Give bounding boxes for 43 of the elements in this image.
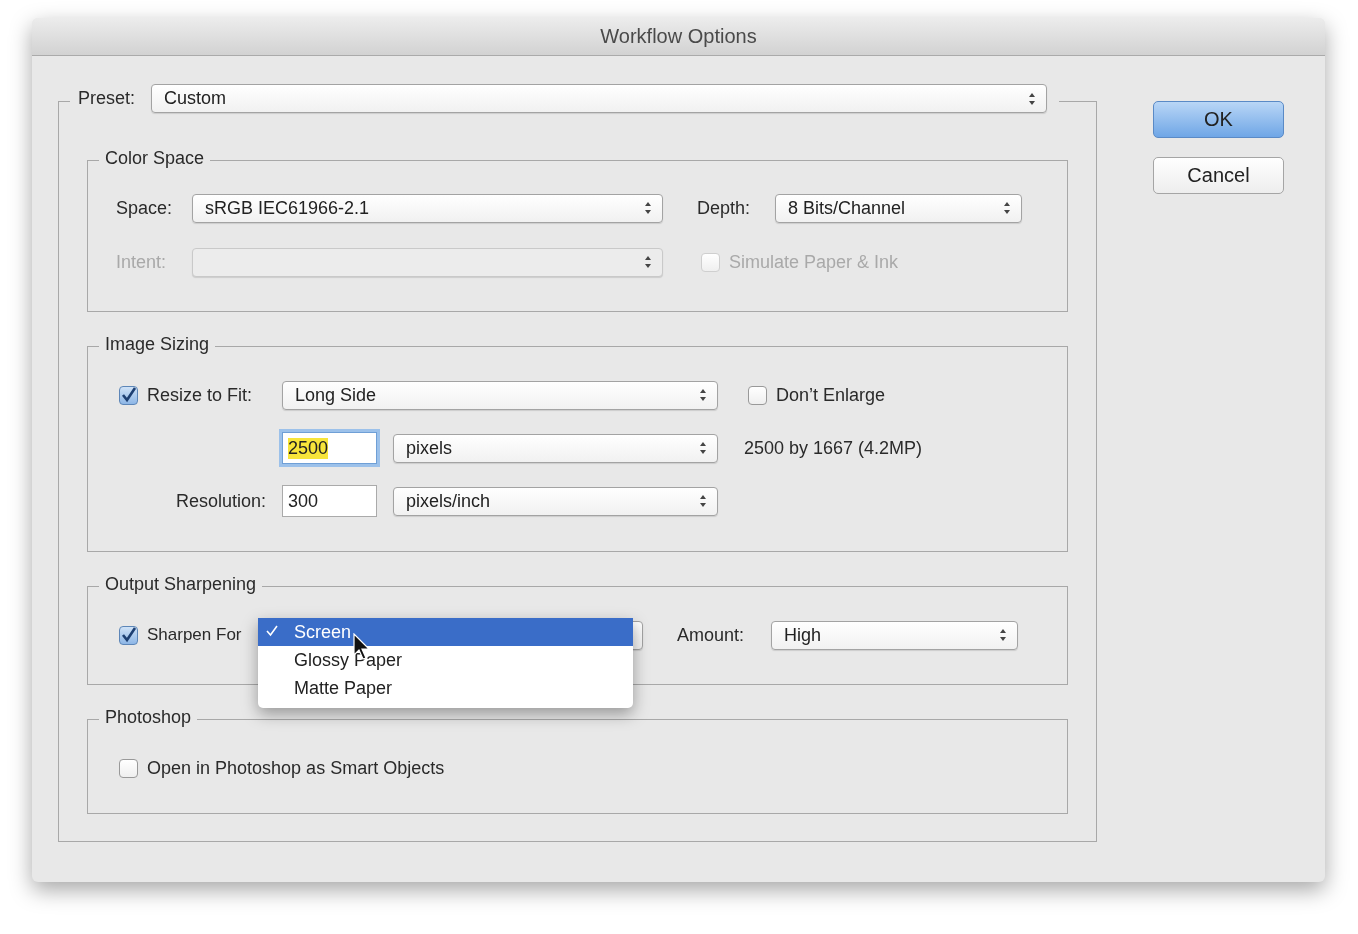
preset-dropdown[interactable]: Custom [151,84,1048,113]
dropdown[interactable]: sRGB IEC61966-2.1 [192,193,663,223]
section-title: Output Sharpening [105,574,257,595]
field-label: Space: [116,197,173,219]
menu-item[interactable]: Matte Paper [258,674,633,702]
checkmark-icon [266,625,278,637]
dropdown[interactable]: pixels [393,433,718,463]
updown-arrows-icon [1003,201,1011,215]
section-title: Image Sizing [105,334,210,355]
dropdown[interactable]: pixels/inch [393,486,718,516]
menu-item[interactable]: Screen [258,618,633,646]
field-label: Depth: [697,197,751,219]
checkbox-label: Simulate Paper & Ink [729,251,899,273]
preset-label: Preset: [78,88,136,109]
section-title: Color Space [105,148,205,169]
checkbox[interactable] [748,385,767,405]
updown-arrows-icon [644,255,652,269]
field-label: Amount: [677,624,745,646]
ok-button[interactable]: OK [1153,101,1284,138]
dropdown[interactable]: Long Side [282,380,718,410]
size-input-field[interactable]: 2500 [282,432,377,464]
checkbox[interactable] [119,385,138,405]
checkbox[interactable] [119,758,138,778]
window-title: Workflow Options [600,25,757,48]
updown-arrows-icon [999,628,1007,642]
checkbox[interactable] [119,625,138,645]
updown-arrows-icon [1028,91,1037,106]
checkbox-label: Don’t Enlarge [776,384,886,406]
field-label: Intent: [116,251,167,273]
field-label: Resolution: [175,490,266,512]
dropdown[interactable]: 8 Bits/Channel [775,193,1022,223]
resolution-input-field[interactable]: 300 [282,485,377,517]
updown-arrows-icon [699,388,707,402]
updown-arrows-icon [699,441,707,455]
section-title: Photoshop [105,707,192,728]
checkbox-label: Sharpen For [147,625,242,645]
cancel-button[interactable]: Cancel [1153,157,1284,194]
size-summary: 2500 by 1667 (4.2MP) [744,437,923,459]
checkbox-label: Resize to Fit: [147,384,253,406]
dropdown[interactable]: High [771,620,1018,650]
updown-arrows-icon [699,494,707,508]
updown-arrows-icon [644,201,652,215]
checkbox-label: Open in Photoshop as Smart Objects [147,757,445,779]
